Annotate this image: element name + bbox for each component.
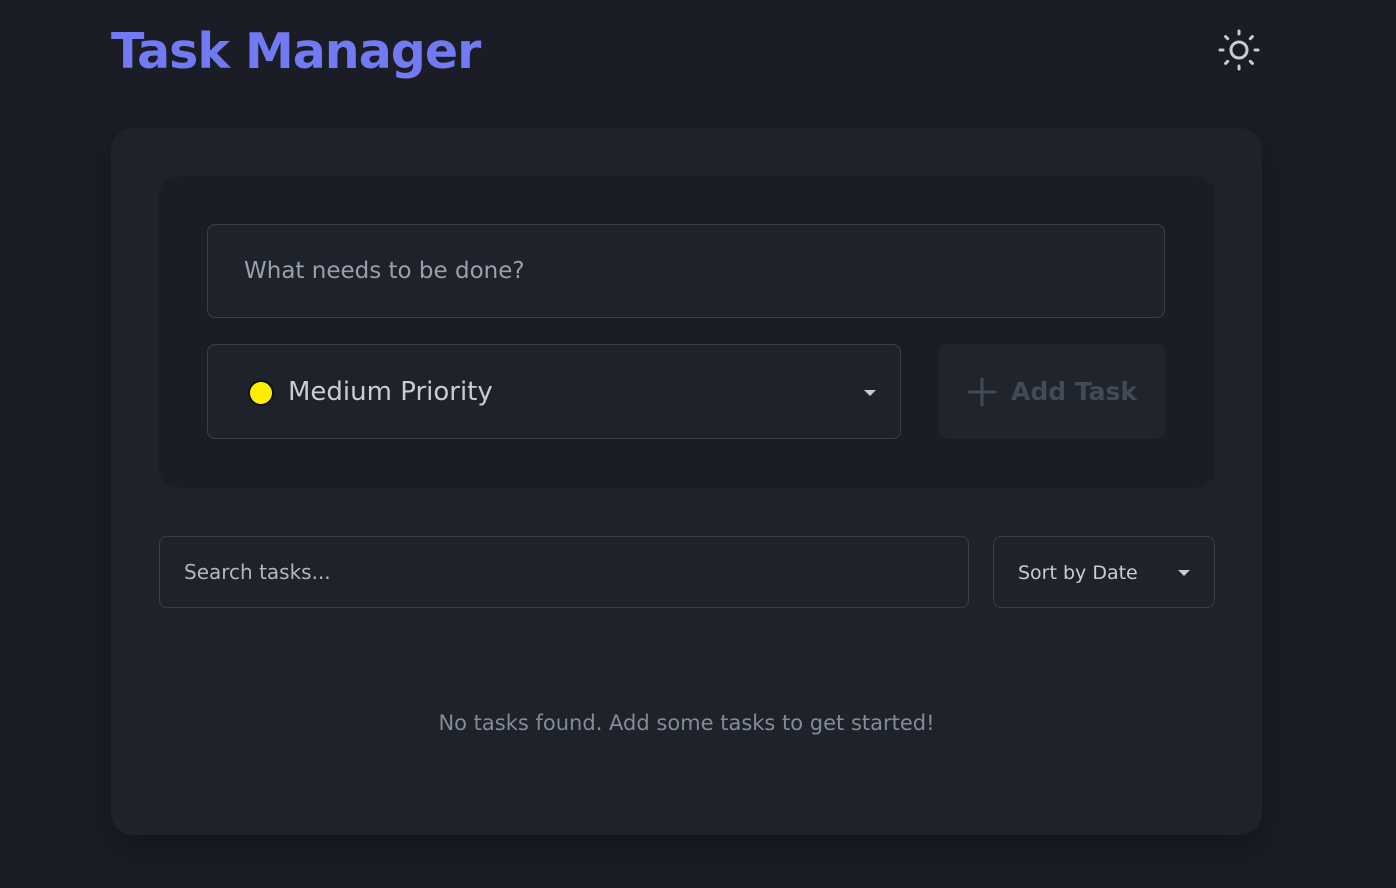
chevron-down-icon	[864, 390, 876, 396]
task-input[interactable]	[207, 224, 1165, 318]
sort-select-label: Sort by Date	[1018, 562, 1138, 584]
sun-icon	[1218, 29, 1260, 71]
app-page: Task Manager Medium Priority	[0, 0, 1396, 888]
sort-select[interactable]: Sort by Date	[993, 536, 1215, 608]
medium-priority-dot-icon	[248, 380, 274, 406]
add-task-button[interactable]: Add Task	[938, 344, 1166, 439]
empty-state-message: No tasks found. Add some tasks to get st…	[438, 711, 935, 735]
chevron-down-icon	[1178, 570, 1190, 576]
plus-icon	[967, 377, 997, 406]
app-title: Task Manager	[111, 23, 481, 80]
search-input[interactable]	[159, 536, 969, 608]
add-task-label: Add Task	[1010, 377, 1138, 406]
task-card: Medium Priority Add Task Sort by Date No…	[111, 128, 1262, 835]
add-task-form: Medium Priority Add Task	[159, 176, 1215, 488]
priority-select[interactable]: Medium Priority	[207, 344, 901, 439]
theme-toggle-button[interactable]	[1214, 25, 1264, 75]
priority-select-label: Medium Priority	[288, 377, 493, 407]
